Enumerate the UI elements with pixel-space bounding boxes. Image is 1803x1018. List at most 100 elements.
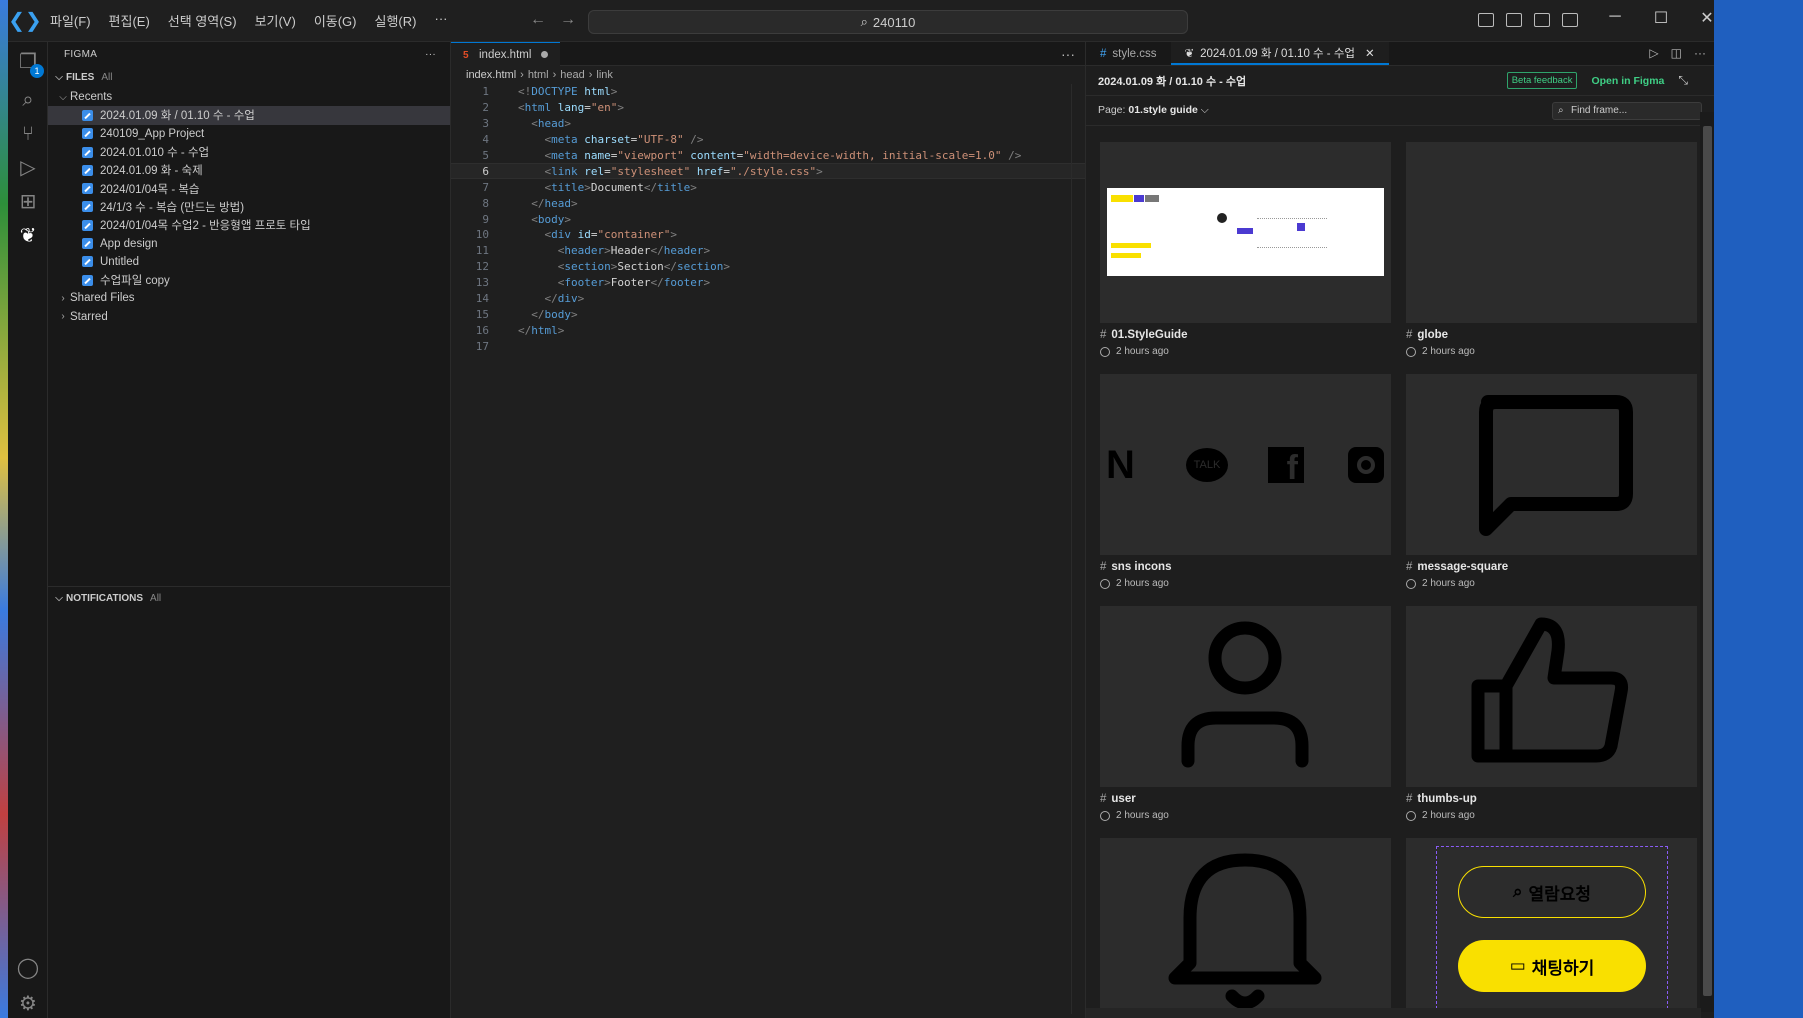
code-token: footer [663, 276, 704, 290]
code-line[interactable]: 13 < footer > Footer </footer > [451, 275, 1085, 291]
files-all-filter[interactable]: All [101, 72, 112, 83]
maximize-icon[interactable]: ☐ [1638, 8, 1684, 28]
code-line[interactable]: 1 <! DOCTYPE html > [451, 84, 1085, 100]
tab-style-css[interactable]: # style.css [1086, 42, 1171, 65]
recent-file-item[interactable]: 2024/01/04목 - 복습 [48, 179, 450, 197]
search-view-icon[interactable]: ⌕ [16, 88, 40, 112]
code-token: > [564, 212, 571, 226]
customize-layout-icon[interactable] [1562, 13, 1578, 27]
frame-card[interactable] [1100, 838, 1391, 1012]
code-line[interactable]: 14 </div > [451, 291, 1085, 307]
recent-file-item[interactable]: App design [48, 234, 450, 252]
recent-file-item[interactable]: 2024.01.09 화 - 숙제 [48, 161, 450, 179]
shared-files-group[interactable]: › Shared Files [48, 289, 450, 307]
sidebar-more-icon[interactable]: ··· [425, 49, 436, 60]
menu-more-icon[interactable]: ··· [426, 7, 455, 34]
frame-card[interactable]: #01.StyleGuide 2 hours ago [1100, 142, 1391, 357]
starred-group[interactable]: › Starred [48, 308, 450, 326]
menu-item[interactable]: 파일(F) [42, 7, 99, 34]
code-line[interactable]: 2 < html lang = "en" > [451, 100, 1085, 116]
recents-list: 2024.01.09 화 / 01.10 수 - 수업 240109_App Pr… [48, 106, 450, 289]
account-icon[interactable]: ◯ [16, 956, 40, 980]
figma-icon[interactable]: ❦ [16, 224, 40, 248]
more-icon[interactable]: ··· [1694, 46, 1706, 60]
line-number: 6 [482, 164, 489, 178]
recent-file-item[interactable]: 2024/01/04목 수업2 - 반응형앱 프로토 타입 [48, 216, 450, 234]
back-icon[interactable]: ← [530, 11, 546, 29]
frame-card[interactable]: # globe 2 hours ago [1406, 142, 1697, 357]
code-line[interactable]: 16 </html > [451, 322, 1085, 338]
recent-file-item[interactable]: 24/1/3 수 - 복습 (만드는 방법) [48, 198, 450, 216]
minimize-icon[interactable]: ─ [1592, 8, 1638, 28]
notifications-all-filter[interactable]: All [150, 593, 161, 604]
code-line[interactable]: 6 < link rel = "stylesheet" href = "./style.c… [451, 163, 1085, 180]
close-icon[interactable]: ✕ [1684, 8, 1714, 28]
unsaved-dot-icon[interactable] [541, 51, 549, 58]
code-token: title [551, 180, 585, 194]
page-select[interactable]: 01.style guide [1128, 104, 1197, 116]
menu-item[interactable]: 편집(E) [101, 7, 158, 34]
find-frame-input[interactable]: ⌕ Find frame... [1552, 101, 1702, 120]
code-line[interactable]: 4 < meta charset = "UTF-8" /> [451, 132, 1085, 148]
run-icon[interactable]: ▷ [1649, 46, 1658, 60]
frame-card[interactable]: # thumbs-up 2 hours ago [1406, 606, 1697, 821]
menu-item[interactable]: 선택 영역(S) [160, 7, 245, 34]
recent-file-item[interactable]: 수업파일 copy [48, 271, 450, 289]
toggle-panel-icon[interactable] [1506, 13, 1522, 27]
forward-icon[interactable]: → [560, 11, 576, 29]
code-lines[interactable]: 1 <! DOCTYPE html >2 < html lang = "en" >3 < head… [451, 84, 1085, 354]
code-line[interactable]: 5 < meta name = "viewport" content = "width=d… [451, 148, 1085, 164]
frame-card[interactable]: # user 2 hours ago [1100, 606, 1391, 821]
code-token: > [571, 196, 578, 210]
recents-group[interactable]: ⌵ Recents [48, 88, 450, 106]
code-line[interactable]: 9 < body > [451, 211, 1085, 227]
breadcrumb-item[interactable]: head [560, 69, 584, 81]
code-line[interactable]: 11 < header > Header </header > [451, 243, 1085, 259]
open-in-figma-link[interactable]: Open in Figma [1591, 75, 1664, 87]
breadcrumb-item[interactable]: index.html [466, 69, 516, 81]
code-line[interactable]: 3 < head > [451, 116, 1085, 132]
source-control-icon[interactable]: ⑂ [16, 122, 40, 146]
files-section[interactable]: ⌵ FILES All [48, 66, 450, 88]
code-line[interactable]: 8 </head > [451, 195, 1085, 211]
extensions-icon[interactable]: ⊞ [16, 190, 40, 214]
code-line[interactable]: 12 < section > Section </section > [451, 259, 1085, 275]
menu-item[interactable]: 이동(G) [306, 7, 365, 34]
run-debug-icon[interactable]: ▷ [16, 156, 40, 180]
recent-file-item[interactable]: 2024.01.09 화 / 01.10 수 - 수업 [48, 106, 450, 125]
frame-card[interactable]: ⌕ 열람요청 ▭ 채팅하기 [1406, 838, 1697, 1012]
frame-thumbnail [1100, 838, 1391, 1012]
minimap[interactable] [1071, 84, 1085, 1014]
code-line[interactable]: 10 < div id = "container" > [451, 227, 1085, 243]
command-center-search[interactable]: ⌕ 240110 [588, 10, 1188, 34]
frame-card[interactable]: # message-square 2 hours ago [1406, 374, 1697, 589]
tab-index-html[interactable]: 5 index.html [451, 42, 561, 66]
code-line[interactable]: 17 [451, 338, 1085, 354]
scroll-thumb[interactable] [1703, 126, 1712, 996]
horizontal-scrollbar[interactable] [1086, 1008, 1701, 1018]
notifications-header[interactable]: ⌵ NOTIFICATIONS All [48, 587, 451, 609]
code-token: < [544, 149, 552, 162]
settings-gear-icon[interactable]: ⚙ [16, 992, 40, 1016]
toggle-sidebar-icon[interactable] [1478, 13, 1494, 27]
recent-file-item[interactable]: 240109_App Project [48, 125, 450, 143]
code-line[interactable]: 15 </body > [451, 306, 1085, 322]
menu-item[interactable]: 보기(V) [247, 7, 304, 34]
close-tab-icon[interactable]: ✕ [1365, 46, 1375, 60]
recent-file-item[interactable]: Untitled [48, 253, 450, 271]
beta-feedback-button[interactable]: Beta feedback [1506, 72, 1578, 89]
collapse-icon[interactable]: ⤡ [1678, 73, 1688, 88]
frame-card[interactable]: N TALK f # sns incons 2 hours ago [1100, 374, 1391, 589]
split-editor-icon[interactable]: ◫ [1671, 46, 1682, 60]
toggle-secondary-sidebar-icon[interactable] [1534, 13, 1550, 27]
breadcrumb-item[interactable]: link [596, 69, 613, 81]
vertical-scrollbar[interactable] [1700, 112, 1714, 1012]
code-token: title [657, 180, 691, 194]
tab-figma-file[interactable]: ❦ 2024.01.09 화 / 01.10 수 - 수업 ✕ [1170, 42, 1389, 65]
explorer-icon[interactable]: ❐ 1 [16, 50, 44, 78]
code-line[interactable]: 7 < title > Document </title > [451, 179, 1085, 195]
recent-file-item[interactable]: 2024.01.010 수 - 수업 [48, 143, 450, 161]
breadcrumb-item[interactable]: html [528, 69, 549, 81]
editor-more-icon[interactable]: ··· [1061, 46, 1075, 62]
menu-item[interactable]: 실행(R) [367, 7, 425, 34]
